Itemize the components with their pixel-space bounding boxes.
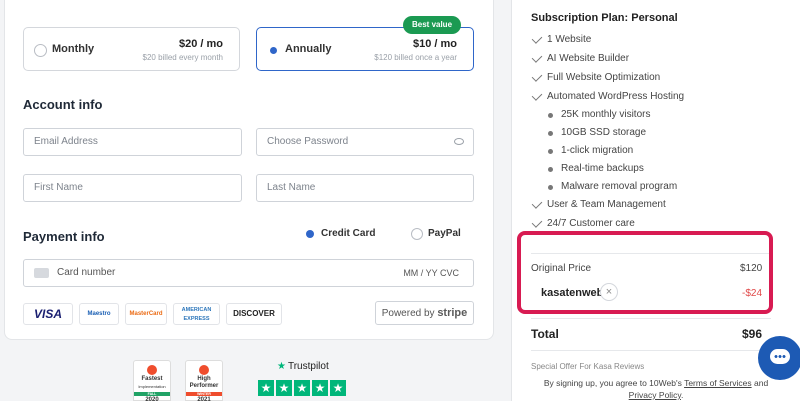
feature-item: AI Website Builder	[547, 53, 630, 64]
badge-text: High	[197, 376, 211, 382]
sub-feature-item: 25K monthly visitors	[561, 109, 651, 120]
sub-feature-item: 1-click migration	[561, 145, 634, 156]
summary-divider	[531, 318, 771, 319]
feature-item: 24/7 Customer care	[547, 218, 635, 229]
chat-icon	[770, 349, 790, 364]
badge-season: FALL	[134, 392, 170, 396]
badge-year: 2021	[197, 397, 211, 401]
bullet-icon	[548, 149, 553, 154]
plan-monthly-option[interactable]: Monthly $20 / mo $20 billed every month	[23, 27, 240, 71]
card-number-field[interactable]: Card number MM / YY CVC	[23, 259, 474, 287]
powered-by-stripe: Powered by stripe	[375, 301, 474, 325]
g2-logo-icon	[199, 365, 209, 375]
plan-annually-option[interactable]: Best value Annually $10 / mo $120 billed…	[256, 16, 474, 71]
card-number-placeholder: Card number	[57, 267, 116, 278]
terms-text: By signing up, you agree to 10Web's Term…	[541, 377, 771, 401]
trustpilot-rating: ★ ★ ★ ★ ★	[258, 380, 346, 396]
star-icon: ★	[330, 380, 346, 396]
trustpilot-text: Trustpilot	[287, 361, 329, 372]
annually-radio[interactable]	[267, 44, 280, 57]
original-price-label: Original Price	[531, 263, 592, 274]
star-icon: ★	[258, 380, 274, 396]
account-info-title: Account info	[23, 97, 103, 112]
coupon-code: kasatenweb	[541, 287, 604, 299]
summary-divider	[531, 350, 771, 351]
feature-item: 1 Website	[547, 34, 592, 45]
badge-season: WINTER	[186, 392, 222, 396]
feature-item: Automated WordPress Hosting	[547, 91, 685, 102]
expiry-cvc-placeholder: MM / YY CVC	[403, 268, 459, 278]
feature-item: User & Team Management	[547, 199, 666, 210]
chat-button[interactable]	[758, 336, 800, 380]
g2-high-performer-badge: High Performer WINTER 2021	[185, 360, 223, 401]
mastercard-logo: MasterCard	[125, 303, 167, 325]
monthly-radio[interactable]	[34, 44, 47, 57]
bullet-icon	[548, 113, 553, 118]
special-offer-text: Special Offer For Kasa Reviews	[531, 362, 645, 371]
badge-text: Implementation	[138, 384, 166, 389]
password-field[interactable]: Choose Password	[256, 128, 474, 156]
star-icon: ★	[312, 380, 328, 396]
password-placeholder: Choose Password	[267, 136, 349, 147]
first-name-field[interactable]: First Name	[23, 174, 242, 202]
monthly-billed: $20 billed every month	[142, 53, 224, 62]
g2-logo-icon	[147, 365, 157, 375]
credit-card-radio[interactable]	[304, 228, 316, 240]
trustpilot-star-icon: ★	[277, 361, 286, 372]
last-name-field[interactable]: Last Name	[256, 174, 474, 202]
maestro-logo: Maestro	[79, 303, 119, 325]
bullet-icon	[548, 131, 553, 136]
bullet-icon	[548, 167, 553, 172]
amex-logo: AMERICAN EXPRESS	[173, 303, 220, 325]
bullet-icon	[548, 185, 553, 190]
monthly-price: $20 / mo	[178, 38, 223, 50]
credit-card-icon	[34, 268, 49, 278]
payment-info-title: Payment info	[23, 229, 105, 244]
badge-year: 2020	[145, 397, 159, 401]
sub-feature-item: 10GB SSD storage	[561, 127, 647, 138]
total-label: Total	[531, 327, 559, 341]
annually-label: Annually	[285, 43, 332, 55]
discover-logo: DISCOVER	[226, 303, 282, 325]
terms-and: and	[753, 378, 769, 388]
subscription-plan-title: Subscription Plan: Personal	[531, 12, 678, 24]
original-price-value: $120	[740, 263, 763, 274]
eye-icon[interactable]	[454, 138, 464, 145]
paypal-label[interactable]: PayPal	[428, 228, 461, 239]
trustpilot-label: ★ Trustpilot	[277, 361, 329, 372]
g2-fastest-badge: Fastest Implementation FALL 2020	[133, 360, 171, 401]
discount-value: -$24	[742, 288, 763, 299]
badge-text: Performer	[189, 383, 219, 389]
terms-prefix: By signing up, you agree to 10Web's	[543, 378, 682, 388]
badge-text: Fastest	[141, 376, 163, 382]
credit-card-label[interactable]: Credit Card	[321, 228, 375, 239]
powered-by-text: Powered by	[381, 308, 435, 319]
monthly-label: Monthly	[52, 43, 95, 55]
visa-logo: VISA	[23, 303, 73, 325]
terms-end: .	[680, 390, 684, 400]
star-icon: ★	[294, 380, 310, 396]
feature-item: Full Website Optimization	[547, 72, 661, 83]
stripe-logo: stripe	[437, 307, 468, 319]
privacy-policy-link[interactable]: Privacy Policy	[629, 390, 681, 400]
email-field[interactable]: Email Address	[23, 128, 242, 156]
paypal-radio[interactable]	[411, 228, 423, 240]
star-icon: ★	[276, 380, 292, 396]
annually-price: $10 / mo	[412, 38, 457, 50]
close-icon[interactable]: ×	[600, 283, 618, 301]
annually-billed: $120 billed once a year	[374, 53, 457, 62]
sub-feature-item: Malware removal program	[561, 181, 678, 192]
sub-feature-item: Real-time backups	[561, 163, 644, 174]
best-value-badge: Best value	[403, 16, 462, 34]
terms-of-service-link[interactable]: Terms of Services	[684, 378, 752, 388]
total-value: $96	[742, 327, 763, 341]
